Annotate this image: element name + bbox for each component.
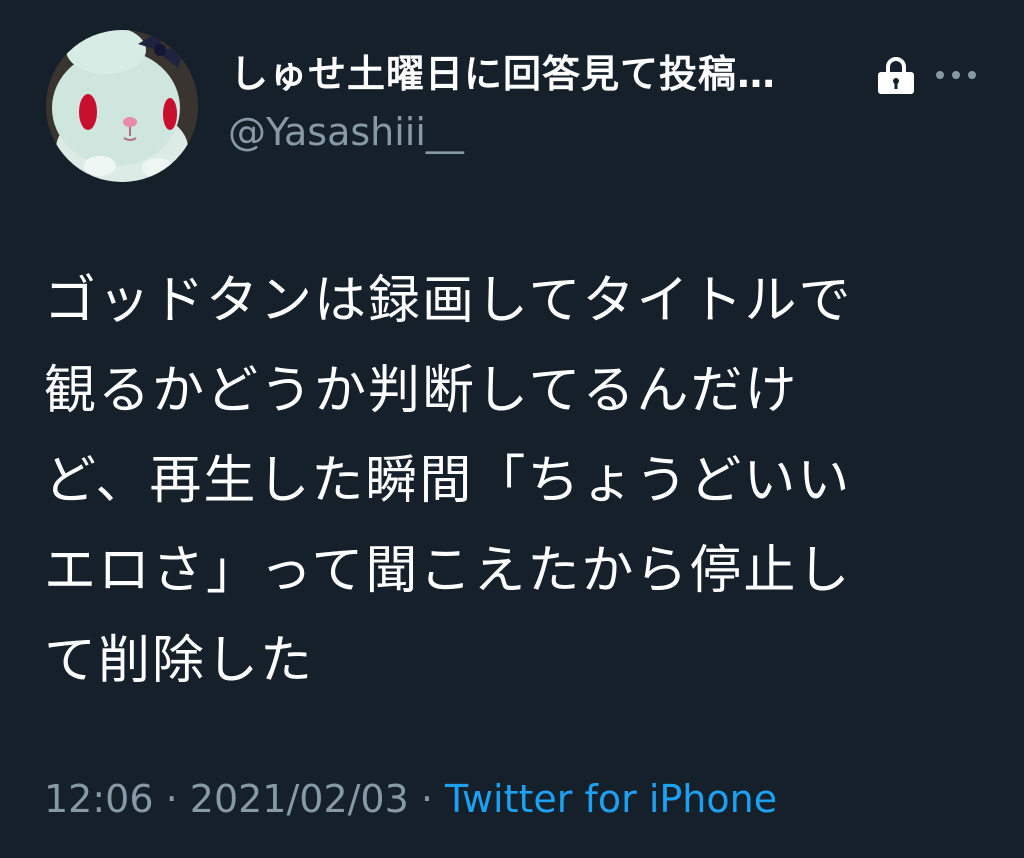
more-options-icon[interactable]	[934, 60, 978, 90]
display-name[interactable]: しゅせ土曜日に回答見て投稿…	[230, 50, 840, 98]
tweet-card: しゅせ土曜日に回答見て投稿… @Yasashiii__ ゴッドタンは録画してタイ…	[0, 0, 1024, 858]
lock-icon	[878, 57, 914, 94]
user-handle[interactable]: @Yasashiii__	[228, 108, 464, 156]
plush-bunny-avatar-icon	[46, 30, 198, 182]
tweet-text: ゴッドタンは録画してタイトルで 観るかどうか判断してるんだけ ど、再生した瞬間「…	[44, 271, 853, 691]
tweet-source-link[interactable]: Twitter for iPhone	[445, 777, 777, 821]
tweet-meta: 12:06 · 2021/02/03 · Twitter for iPhone	[44, 772, 777, 826]
tweet-date[interactable]: 2021/02/03	[190, 777, 409, 821]
meta-separator: ·	[408, 777, 446, 821]
tweet-time[interactable]: 12:06	[44, 777, 154, 821]
meta-separator: ·	[153, 777, 190, 821]
avatar[interactable]	[46, 30, 198, 182]
